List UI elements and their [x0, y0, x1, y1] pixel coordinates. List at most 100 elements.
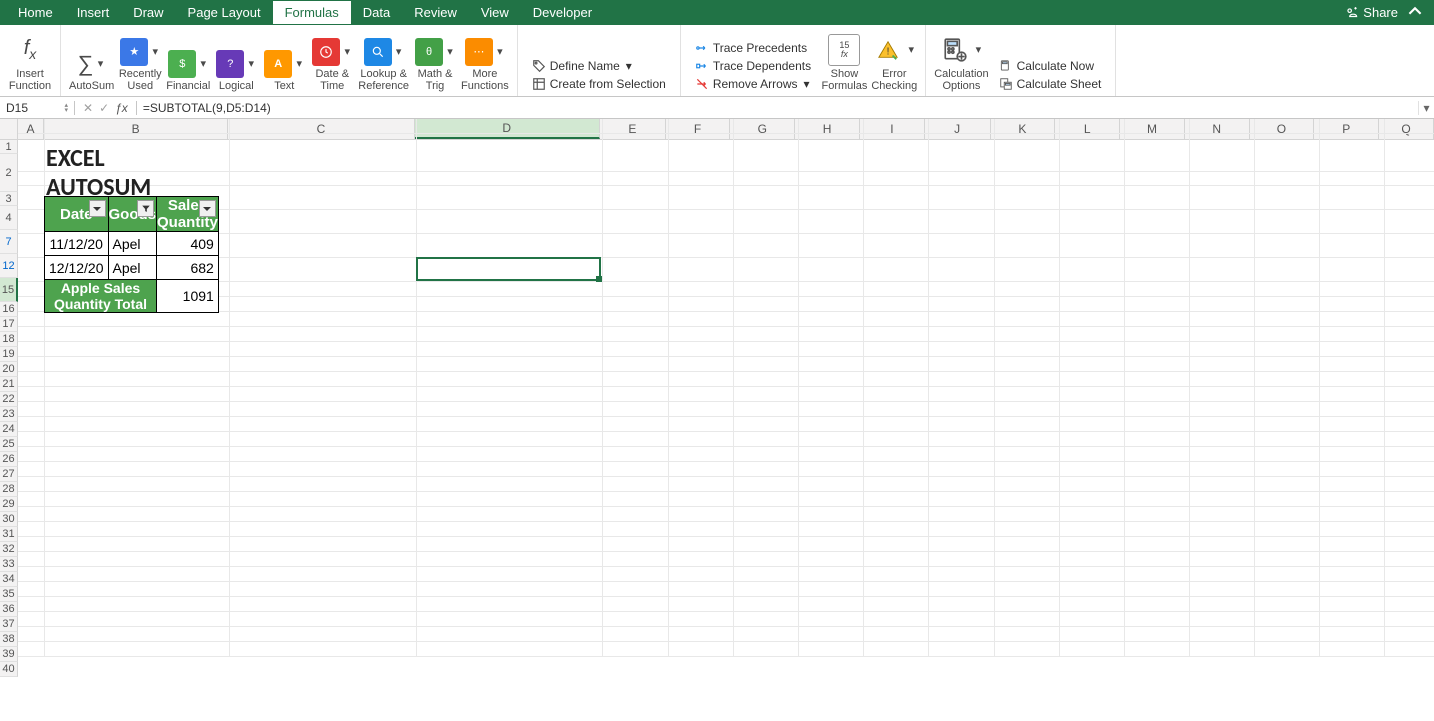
menu-tab-view[interactable]: View [469, 1, 521, 24]
column-header-E[interactable]: E [600, 119, 666, 139]
row-header-27[interactable]: 27 [0, 467, 18, 482]
column-header-Q[interactable]: Q [1379, 119, 1434, 139]
fx-icon-small[interactable]: ƒx [115, 101, 128, 115]
column-header-M[interactable]: M [1120, 119, 1185, 139]
row-header-22[interactable]: 22 [0, 392, 18, 407]
lookup-ref-button[interactable]: ▾ Lookup & Reference [358, 38, 409, 92]
row-header-20[interactable]: 20 [0, 362, 18, 377]
row-header-29[interactable]: 29 [0, 497, 18, 512]
row-header-28[interactable]: 28 [0, 482, 18, 497]
total-value-cell[interactable]: 1091 [157, 280, 219, 313]
total-label[interactable]: Apple Sales Quantity Total [45, 280, 157, 313]
menu-tab-developer[interactable]: Developer [521, 1, 604, 24]
cell-qty[interactable]: 409 [157, 232, 219, 256]
filter-button-date[interactable] [89, 200, 106, 217]
column-header-C[interactable]: C [228, 119, 414, 139]
calc-options-button[interactable]: ▾ Calculation Options [934, 34, 988, 92]
column-header-F[interactable]: F [666, 119, 731, 139]
column-header-D[interactable]: D [415, 119, 600, 139]
column-header-B[interactable]: B [44, 119, 228, 139]
column-header-I[interactable]: I [860, 119, 925, 139]
share-button[interactable]: Share [1339, 4, 1428, 21]
menu-tab-formulas[interactable]: Formulas [273, 1, 351, 24]
confirm-icon[interactable]: ✓ [99, 101, 109, 115]
row-header-33[interactable]: 33 [0, 557, 18, 572]
logical-button[interactable]: ?▾ Logical [214, 50, 258, 92]
formula-input[interactable]: =SUBTOTAL(9,D5:D14) [137, 101, 1418, 115]
recently-used-button[interactable]: ★▾ Recently Used [118, 38, 162, 92]
cell-goods[interactable]: Apel [108, 256, 157, 280]
expand-formula-bar[interactable]: ▾ [1418, 101, 1434, 115]
row-header-2[interactable]: 2 [0, 154, 18, 192]
row-header-4[interactable]: 4 [0, 206, 18, 230]
menu-tab-insert[interactable]: Insert [65, 1, 122, 24]
menu-tab-page-layout[interactable]: Page Layout [176, 1, 273, 24]
column-header-G[interactable]: G [730, 119, 795, 139]
menu-tab-home[interactable]: Home [6, 1, 65, 24]
row-header-25[interactable]: 25 [0, 437, 18, 452]
row-header-39[interactable]: 39 [0, 647, 18, 662]
name-box[interactable]: D15 ▴▾ [0, 101, 75, 115]
row-header-36[interactable]: 36 [0, 602, 18, 617]
menu-tab-data[interactable]: Data [351, 1, 402, 24]
column-header-L[interactable]: L [1055, 119, 1120, 139]
more-functions-button[interactable]: ⋯▾ More Functions [461, 38, 509, 92]
menu-tab-draw[interactable]: Draw [121, 1, 175, 24]
select-all-corner[interactable] [0, 119, 18, 140]
row-header-23[interactable]: 23 [0, 407, 18, 422]
autosum-button[interactable]: ∑▾ AutoSum [69, 50, 114, 92]
cancel-icon[interactable]: ✕ [83, 101, 93, 115]
spreadsheet-grid[interactable]: 1234712151617181920212223242526272829303… [0, 119, 1434, 721]
row-header-7[interactable]: 7 [0, 230, 18, 254]
row-header-1[interactable]: 1 [0, 140, 18, 154]
row-header-17[interactable]: 17 [0, 317, 18, 332]
row-header-30[interactable]: 30 [0, 512, 18, 527]
calculate-now-button[interactable]: Calculate Now [997, 58, 1096, 74]
row-header-32[interactable]: 32 [0, 542, 18, 557]
row-header-18[interactable]: 18 [0, 332, 18, 347]
row-header-38[interactable]: 38 [0, 632, 18, 647]
insert-function-button[interactable]: fx Insert Function [8, 34, 52, 92]
math-trig-button[interactable]: θ▾ Math & Trig [413, 38, 457, 92]
chevron-up-icon[interactable] [1408, 4, 1422, 21]
remove-arrows-button[interactable]: Remove Arrows ▾ [693, 76, 814, 92]
column-header-O[interactable]: O [1250, 119, 1315, 139]
cell-qty[interactable]: 682 [157, 256, 219, 280]
row-header-40[interactable]: 40 [0, 662, 18, 677]
column-header-P[interactable]: P [1314, 119, 1379, 139]
trace-precedents-button[interactable]: Trace Precedents [693, 40, 809, 56]
cell-date[interactable]: 11/12/20 [45, 232, 109, 256]
name-box-spinner[interactable]: ▴▾ [64, 103, 68, 113]
filter-button-sales-quantity[interactable] [199, 200, 216, 217]
menu-tab-review[interactable]: Review [402, 1, 469, 24]
calculate-sheet-button[interactable]: Calculate Sheet [997, 76, 1104, 92]
row-header-3[interactable]: 3 [0, 192, 18, 206]
row-header-21[interactable]: 21 [0, 377, 18, 392]
column-header-N[interactable]: N [1185, 119, 1250, 139]
trace-dependents-button[interactable]: Trace Dependents [693, 58, 813, 74]
column-header-J[interactable]: J [925, 119, 991, 139]
row-header-16[interactable]: 16 [0, 302, 18, 317]
row-header-12[interactable]: 12 [0, 254, 18, 278]
create-from-selection-button[interactable]: Create from Selection [530, 76, 668, 92]
row-header-26[interactable]: 26 [0, 452, 18, 467]
text-button[interactable]: A▾ Text [262, 50, 306, 92]
row-header-24[interactable]: 24 [0, 422, 18, 437]
row-header-19[interactable]: 19 [0, 347, 18, 362]
cell-date[interactable]: 12/12/20 [45, 256, 109, 280]
column-header-A[interactable]: A [18, 119, 44, 139]
fill-handle[interactable] [596, 276, 602, 282]
row-header-35[interactable]: 35 [0, 587, 18, 602]
error-checking-button[interactable]: ! ▾ Error Checking [871, 34, 917, 92]
cell-goods[interactable]: Apel [108, 232, 157, 256]
row-header-31[interactable]: 31 [0, 527, 18, 542]
row-header-34[interactable]: 34 [0, 572, 18, 587]
column-header-H[interactable]: H [795, 119, 860, 139]
filter-button-goods[interactable] [137, 200, 154, 217]
date-time-button[interactable]: ▾ Date & Time [310, 38, 354, 92]
show-formulas-button[interactable]: 15fx Show Formulas [822, 34, 868, 92]
define-name-button[interactable]: Define Name ▾ [530, 58, 636, 74]
row-header-37[interactable]: 37 [0, 617, 18, 632]
row-header-15[interactable]: 15 [0, 278, 18, 302]
column-header-K[interactable]: K [991, 119, 1056, 139]
